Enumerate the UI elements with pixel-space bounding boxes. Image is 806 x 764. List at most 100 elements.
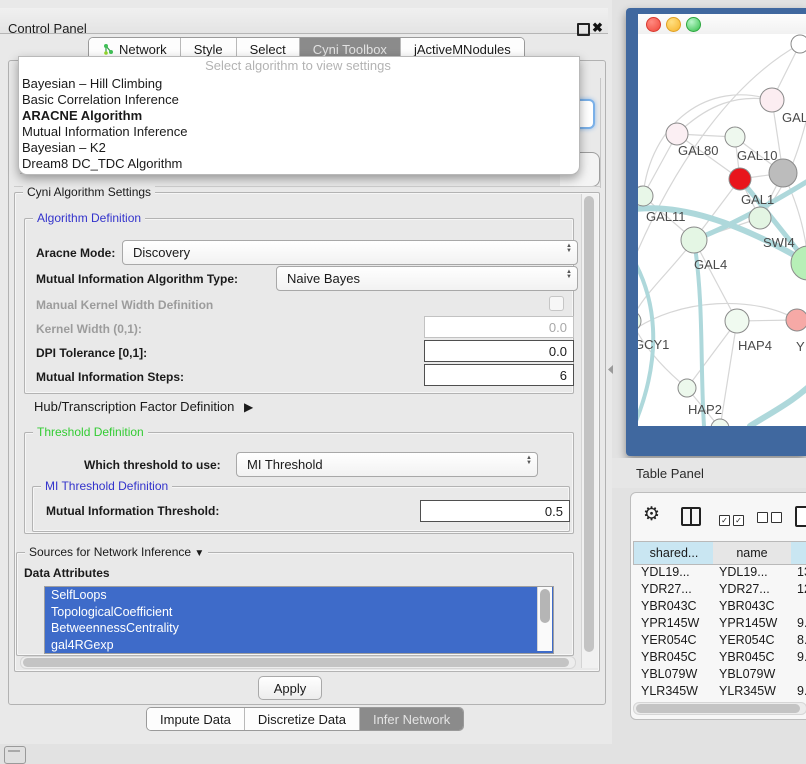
table-row[interactable]: YLR345WYLR345W9. <box>633 683 806 700</box>
manual-kernel-width-checkbox[interactable] <box>549 296 564 311</box>
table-cell: YPR145W <box>641 615 699 632</box>
dpi-tolerance-input[interactable]: 0.0 <box>424 340 574 362</box>
settings-vertical-scrollbar[interactable] <box>581 194 598 668</box>
select-all-checkboxes-icon[interactable]: ✓✓ <box>719 510 744 528</box>
attribute-item-selfloops[interactable]: SelfLoops <box>45 587 553 604</box>
network-node[interactable] <box>678 379 696 397</box>
settings-horizontal-scrollbar[interactable] <box>20 656 576 669</box>
kernel-width-input[interactable]: 0.0 <box>424 316 574 338</box>
control-panel: Control Panel ✖ Network Style Select Cyn… <box>0 0 612 744</box>
aracne-mode-label: Aracne Mode: <box>36 246 115 260</box>
network-node[interactable] <box>666 123 688 145</box>
network-node-label: GCY1 <box>638 337 669 352</box>
maximize-traffic-light-icon[interactable] <box>686 17 701 32</box>
algorithm-option-mutual-information[interactable]: Mutual Information Inference <box>20 124 572 140</box>
table-cell: YER054C <box>641 632 697 649</box>
network-node[interactable] <box>725 127 745 147</box>
which-threshold-select[interactable]: MI Threshold ▲▼ <box>236 452 538 477</box>
expander-right-arrow-icon: ▶ <box>244 400 253 414</box>
minimized-panel-icon[interactable] <box>4 746 26 764</box>
stepper-icon: ▲▼ <box>566 270 572 280</box>
mi-algorithm-type-label: Mutual Information Algorithm Type: <box>36 272 238 286</box>
mi-threshold-legend: MI Threshold Definition <box>41 479 172 493</box>
settings-vertical-scrollbar-thumb[interactable] <box>584 196 594 652</box>
mi-threshold-input[interactable]: 0.5 <box>420 500 570 522</box>
network-node-label: SWI4 <box>763 235 795 250</box>
network-node[interactable] <box>749 207 771 229</box>
tab-discretize-data[interactable]: Discretize Data <box>245 708 360 730</box>
algorithm-option-bayesian-k2[interactable]: Bayesian – K2 <box>20 140 572 156</box>
listbox-scrollbar-thumb[interactable] <box>540 589 550 623</box>
algorithm-option-aracne[interactable]: ARACNE Algorithm <box>20 108 572 124</box>
table-row[interactable]: YBL079WYBL079W <box>633 666 806 683</box>
algorithm-option-dream8[interactable]: Dream8 DC_TDC Algorithm <box>20 156 572 172</box>
mi-steps-input[interactable]: 6 <box>424 364 574 386</box>
attribute-item-betweennesscentrality[interactable]: BetweennessCentrality <box>45 620 553 637</box>
bottom-tabbar: Impute Data Discretize Data Infer Networ… <box>146 707 464 731</box>
sources-legend: Sources for Network Inference ▼ <box>25 545 208 559</box>
apply-button[interactable]: Apply <box>258 676 322 700</box>
network-node-label: GAL <box>782 110 806 125</box>
table-row[interactable]: YDR27...YDR27...12 <box>633 581 806 598</box>
attribute-item-topologicalcoefficient[interactable]: TopologicalCoefficient <box>45 604 553 621</box>
table-horizontal-scrollbar[interactable] <box>633 702 806 715</box>
listbox-vertical-scrollbar[interactable] <box>537 587 552 651</box>
algorithm-definition-legend: Algorithm Definition <box>33 211 145 225</box>
network-node[interactable] <box>786 309 806 331</box>
network-node[interactable] <box>791 246 806 280</box>
algorithm-option-bayesian-hill-climbing[interactable]: Bayesian – Hill Climbing <box>20 76 572 92</box>
column-header-name[interactable]: name <box>713 541 792 565</box>
table-cell: YER054C <box>719 632 775 649</box>
float-window-icon[interactable] <box>577 23 590 36</box>
attribute-item-gal4rgexp[interactable]: gal4RGexp <box>45 637 553 654</box>
hub-definition-expander[interactable]: Hub/Transcription Factor Definition ▶ <box>34 399 253 414</box>
deselect-all-checkboxes-icon[interactable] <box>757 510 782 528</box>
table-panel-title: Table Panel <box>636 466 704 481</box>
column-header-shared-name[interactable]: shared... <box>633 541 715 565</box>
column-header-partial[interactable] <box>791 541 806 565</box>
table-row[interactable]: YPR145WYPR145W9. <box>633 615 806 632</box>
gear-icon[interactable]: ⚙ <box>643 505 660 524</box>
close-icon[interactable]: ✖ <box>592 20 603 36</box>
table-row[interactable]: YBR045CYBR045C9. <box>633 649 806 666</box>
mi-algorithm-type-select[interactable]: Naive Bayes ▲▼ <box>276 266 578 291</box>
network-canvas[interactable]: GALGAL80GAL10GAL1GAL11SWI4GAL4GCY1HAP4YH… <box>638 34 806 426</box>
table-row[interactable]: YER054CYER054C8. <box>633 632 806 649</box>
cyni-settings-legend: Cyni Algorithm Settings <box>23 185 155 199</box>
table-horizontal-scrollbar-thumb[interactable] <box>636 704 800 713</box>
new-table-icon[interactable] <box>795 506 806 527</box>
network-window-titlebar[interactable] <box>638 14 806 34</box>
collapse-down-arrow-icon[interactable]: ▼ <box>194 548 204 559</box>
table-cell: 12 <box>797 581 806 598</box>
algorithm-option-basic-correlation[interactable]: Basic Correlation Inference <box>20 92 572 108</box>
settings-horizontal-scrollbar-thumb[interactable] <box>23 658 569 667</box>
table-cell: YLR345W <box>641 683 698 700</box>
table-cell: YBL079W <box>641 666 697 683</box>
network-node-label: Y <box>796 339 805 354</box>
network-tab-icon <box>102 43 115 56</box>
table-cell: YDR27... <box>641 581 692 598</box>
network-node[interactable] <box>725 309 749 333</box>
network-node[interactable] <box>791 35 806 53</box>
tab-impute-data[interactable]: Impute Data <box>147 708 245 730</box>
split-columns-icon[interactable] <box>681 507 701 526</box>
occluded-groupbox-edge <box>600 78 601 188</box>
app-root: { "control_panel": { "title": "Control P… <box>0 0 806 762</box>
table-cell: YBR043C <box>641 598 697 615</box>
table-row[interactable]: YDL19...YDL19...13 <box>633 564 806 581</box>
network-node[interactable] <box>638 311 641 331</box>
table-cell: 9. <box>797 615 806 632</box>
network-node[interactable] <box>681 227 707 253</box>
network-node[interactable] <box>729 168 751 190</box>
control-panel-title: Control Panel <box>8 21 87 36</box>
network-node[interactable] <box>769 159 797 187</box>
table-cell: YBR045C <box>719 649 775 666</box>
aracne-mode-select[interactable]: Discovery ▲▼ <box>122 240 578 265</box>
table-row[interactable]: YBR043C YBR043C <box>633 598 806 615</box>
minimize-traffic-light-icon[interactable] <box>666 17 681 32</box>
table-cell: YBR043C <box>719 598 775 615</box>
close-traffic-light-icon[interactable] <box>646 17 661 32</box>
network-node[interactable] <box>638 186 653 206</box>
network-node[interactable] <box>760 88 784 112</box>
tab-infer-network[interactable]: Infer Network <box>360 708 463 730</box>
